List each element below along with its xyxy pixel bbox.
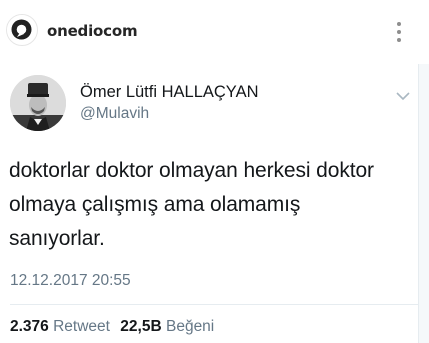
instagram-post-header: onediocom bbox=[0, 0, 429, 64]
tweet-text-line: olmaya çalışmış ama olamamış bbox=[9, 193, 301, 216]
account-username[interactable]: onediocom bbox=[47, 22, 138, 40]
tweet-text-line: doktorlar doktor olmayan herkesi doktor bbox=[9, 159, 374, 182]
more-dots-icon[interactable] bbox=[393, 20, 405, 44]
like-label[interactable]: Beğeni bbox=[166, 318, 214, 335]
chevron-down-icon[interactable] bbox=[396, 88, 410, 101]
tweet-stats: 2.376 Retweet 22,5B Beğeni bbox=[10, 318, 214, 336]
tweet-text: doktorlar doktor olmayan herkesi doktor … bbox=[9, 154, 414, 256]
tweet-text-line: sanıyorlar. bbox=[9, 227, 105, 250]
tweet-card: Ömer Lütfi HALLAÇYAN @Mulavih doktorlar … bbox=[0, 64, 419, 343]
like-count[interactable]: 22,5B bbox=[120, 318, 161, 335]
divider bbox=[10, 304, 418, 305]
author-name[interactable]: Ömer Lütfi HALLAÇYAN bbox=[80, 83, 259, 102]
onedio-logo-icon[interactable] bbox=[6, 14, 38, 46]
retweet-label[interactable]: Retweet bbox=[53, 318, 110, 335]
retweet-count[interactable]: 2.376 bbox=[10, 318, 49, 335]
author-avatar[interactable] bbox=[10, 75, 66, 131]
author-handle[interactable]: @Mulavih bbox=[80, 105, 149, 123]
tweet-timestamp[interactable]: 12.12.2017 20:55 bbox=[10, 272, 131, 290]
